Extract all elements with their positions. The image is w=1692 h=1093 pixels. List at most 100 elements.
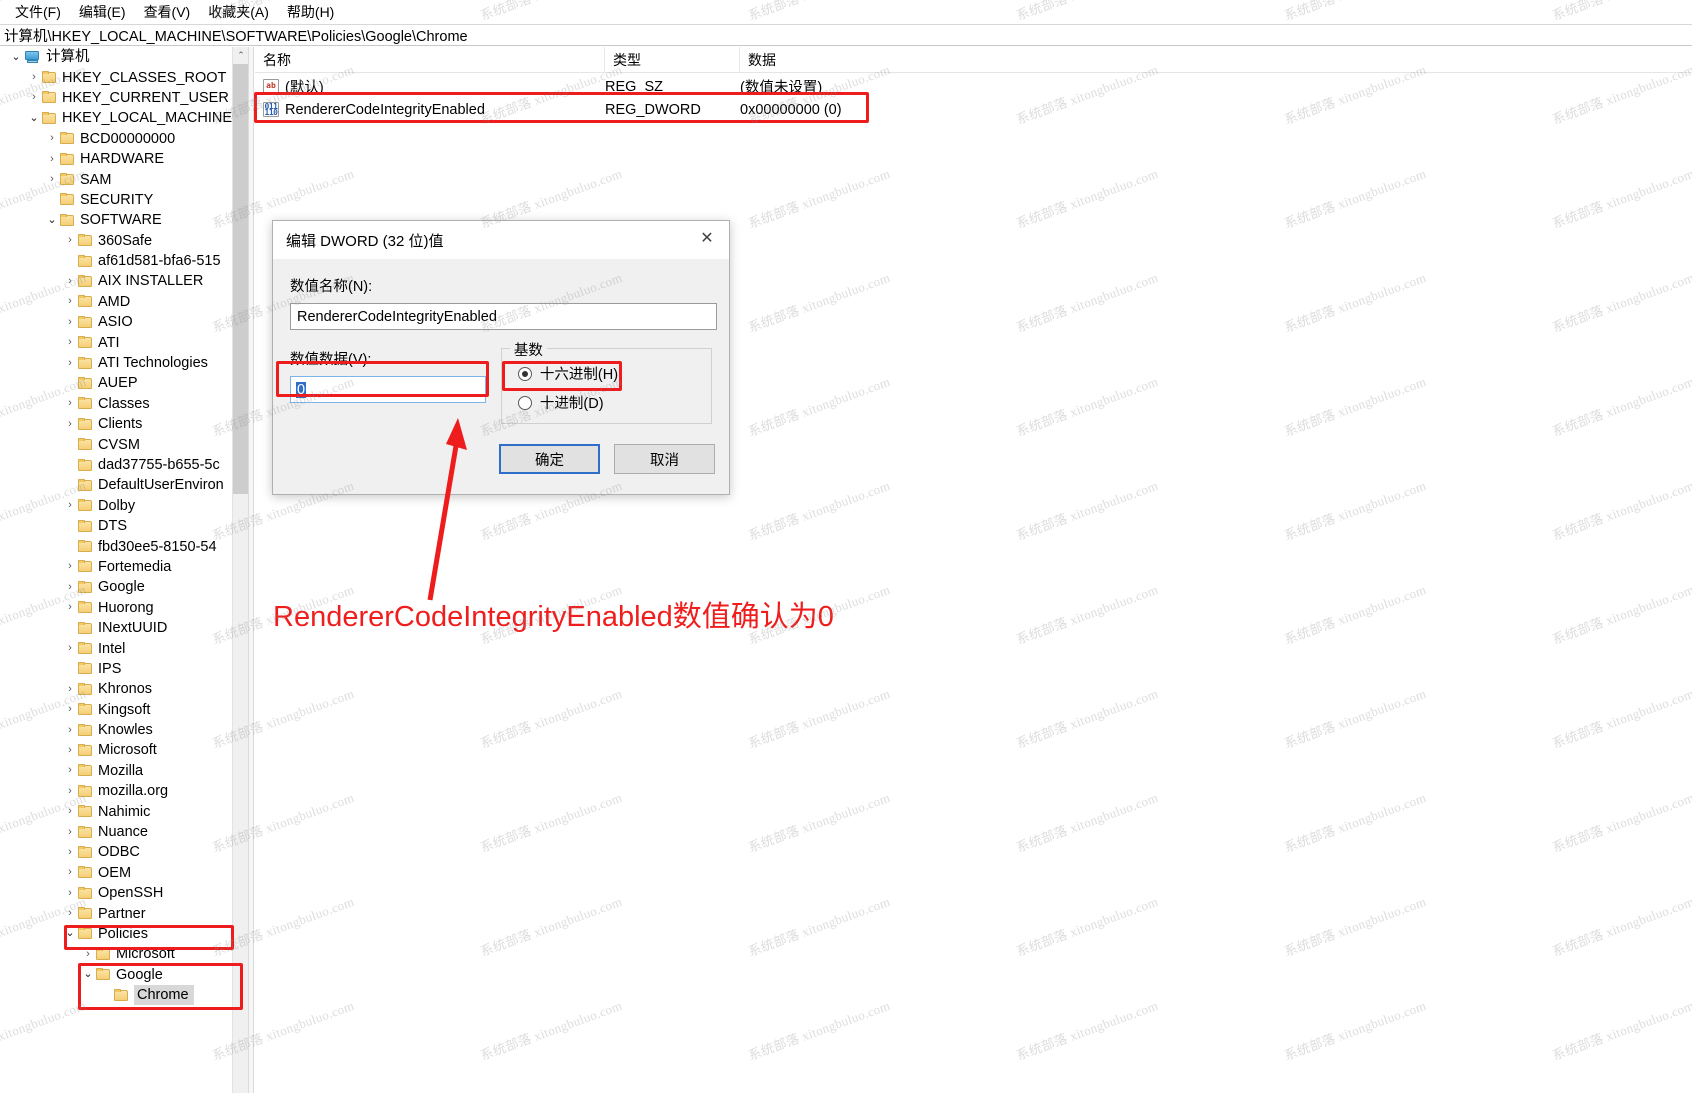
- tree-item-360safe[interactable]: › 360Safe: [0, 231, 248, 251]
- tree-item-intel[interactable]: › Intel: [0, 638, 248, 658]
- chevron-right-icon[interactable]: ›: [62, 887, 78, 899]
- tree-item-oem[interactable]: › OEM: [0, 863, 248, 883]
- tree-item-ati-technologies[interactable]: › ATI Technologies: [0, 353, 248, 373]
- tree-item-security[interactable]: SECURITY: [0, 190, 248, 210]
- chevron-right-icon[interactable]: ›: [80, 948, 96, 960]
- tree-item-ati[interactable]: › ATI: [0, 332, 248, 352]
- tree-item-huorong[interactable]: › Huorong: [0, 598, 248, 618]
- chevron-right-icon[interactable]: ›: [26, 72, 42, 83]
- ok-button[interactable]: 确定: [499, 444, 600, 474]
- chevron-right-icon[interactable]: ›: [62, 357, 78, 369]
- chevron-right-icon[interactable]: ›: [62, 785, 78, 797]
- tree-item-bcd00000000[interactable]: › BCD00000000: [0, 129, 248, 149]
- address-bar[interactable]: 计算机\HKEY_LOCAL_MACHINE\SOFTWARE\Policies…: [0, 24, 1692, 46]
- scroll-up-icon[interactable]: ⌃: [233, 47, 249, 64]
- chevron-right-icon[interactable]: ›: [62, 398, 78, 409]
- chevron-right-icon[interactable]: ›: [62, 316, 78, 328]
- close-icon[interactable]: ✕: [685, 221, 729, 254]
- chevron-right-icon[interactable]: ›: [62, 806, 78, 817]
- tree-item-google[interactable]: ⌄ Google: [0, 965, 248, 985]
- tree-item-amd[interactable]: › AMD: [0, 292, 248, 312]
- tree-item-dts[interactable]: DTS: [0, 516, 248, 536]
- tree-item-fbd30ee5-8150-54[interactable]: fbd30ee5-8150-54: [0, 536, 248, 556]
- menu-item-edit[interactable]: 编辑(E): [70, 0, 135, 24]
- chevron-right-icon[interactable]: ›: [62, 561, 78, 572]
- tree-item-google[interactable]: › Google: [0, 577, 248, 597]
- chevron-right-icon[interactable]: ›: [62, 704, 78, 715]
- tree-item-fortemedia[interactable]: › Fortemedia: [0, 557, 248, 577]
- tree-item-knowles[interactable]: › Knowles: [0, 720, 248, 740]
- chevron-right-icon[interactable]: ›: [62, 908, 78, 919]
- chevron-right-icon[interactable]: ›: [62, 296, 78, 307]
- chevron-right-icon[interactable]: ›: [44, 133, 60, 144]
- tree-item-hkey-local-machine[interactable]: ⌄ HKEY_LOCAL_MACHINE: [0, 108, 248, 128]
- tree-item-microsoft[interactable]: › Microsoft: [0, 740, 248, 760]
- scrollbar-thumb[interactable]: [233, 64, 249, 494]
- tree-item-cvsm[interactable]: CVSM: [0, 434, 248, 454]
- chevron-right-icon[interactable]: ›: [62, 867, 78, 878]
- tree-item--[interactable]: ⌄ 计算机: [0, 47, 248, 67]
- tree-item-hkey-classes-root[interactable]: › HKEY_CLASSES_ROOT: [0, 67, 248, 87]
- chevron-right-icon[interactable]: ›: [62, 643, 78, 654]
- tree-item-microsoft[interactable]: › Microsoft: [0, 944, 248, 964]
- tree-item-classes[interactable]: › Classes: [0, 394, 248, 414]
- menu-item-view[interactable]: 查看(V): [135, 0, 200, 24]
- radio-hexadecimal[interactable]: 十六进制(H): [517, 363, 711, 384]
- radio-decimal[interactable]: 十进制(D): [517, 392, 711, 413]
- tree-item-policies[interactable]: ⌄ Policies: [0, 924, 248, 944]
- column-header-name[interactable]: 名称: [255, 47, 605, 72]
- table-row[interactable]: ab (默认) REG_SZ (数值未设置): [255, 75, 1692, 98]
- cancel-button[interactable]: 取消: [614, 444, 715, 474]
- tree-item-mozilla[interactable]: › Mozilla: [0, 761, 248, 781]
- tree-item-asio[interactable]: › ASIO: [0, 312, 248, 332]
- chevron-down-icon[interactable]: ⌄: [44, 214, 60, 226]
- tree-item-inextuuid[interactable]: INextUUID: [0, 618, 248, 638]
- chevron-right-icon[interactable]: ›: [62, 337, 78, 348]
- chevron-right-icon[interactable]: ›: [62, 846, 78, 858]
- tree-item-clients[interactable]: › Clients: [0, 414, 248, 434]
- chevron-down-icon[interactable]: ⌄: [80, 969, 96, 980]
- tree-item-dolby[interactable]: › Dolby: [0, 496, 248, 516]
- tree-item-nuance[interactable]: › Nuance: [0, 822, 248, 842]
- value-data-input[interactable]: 0: [290, 376, 486, 403]
- chevron-right-icon[interactable]: ›: [62, 418, 78, 430]
- tree-item-hkey-current-user[interactable]: › HKEY_CURRENT_USER: [0, 88, 248, 108]
- chevron-right-icon[interactable]: ›: [26, 92, 42, 103]
- tree-item-auep[interactable]: AUEP: [0, 373, 248, 393]
- tree-item-partner[interactable]: › Partner: [0, 903, 248, 923]
- tree-item-hardware[interactable]: › HARDWARE: [0, 149, 248, 169]
- chevron-right-icon[interactable]: ›: [44, 153, 60, 165]
- radio-decimal-icon[interactable]: [517, 395, 532, 410]
- tree-item-odbc[interactable]: › ODBC: [0, 842, 248, 862]
- chevron-down-icon[interactable]: ⌄: [26, 112, 42, 124]
- chevron-right-icon[interactable]: ›: [62, 235, 78, 246]
- chevron-down-icon[interactable]: ⌄: [62, 928, 78, 939]
- chevron-right-icon[interactable]: ›: [62, 275, 78, 287]
- tree-item-aix-installer[interactable]: › AIX INSTALLER: [0, 271, 248, 291]
- chevron-right-icon[interactable]: ›: [62, 765, 78, 776]
- registry-values-pane[interactable]: 名称 类型 数据 ab (默认) REG_SZ (数值未设置) 011 110 Render…: [255, 47, 1692, 1093]
- tree-item-af61d581-bfa6-515[interactable]: af61d581-bfa6-515: [0, 251, 248, 271]
- chevron-right-icon[interactable]: ›: [62, 826, 78, 838]
- tree-item-chrome[interactable]: Chrome: [0, 985, 248, 1006]
- menu-item-help[interactable]: 帮助(H): [278, 0, 343, 24]
- chevron-down-icon[interactable]: ⌄: [8, 51, 24, 63]
- tree-item-dad37755-b655-5c[interactable]: dad37755-b655-5c: [0, 455, 248, 475]
- table-row[interactable]: 011 110 RendererCodeIntegrityEnabled REG_DW…: [255, 98, 1692, 121]
- tree-item-openssh[interactable]: › OpenSSH: [0, 883, 248, 903]
- tree-item-ips[interactable]: IPS: [0, 659, 248, 679]
- menu-item-favorites[interactable]: 收藏夹(A): [199, 0, 278, 24]
- radio-hexadecimal-icon[interactable]: [517, 366, 532, 381]
- edit-dword-dialog[interactable]: 编辑 DWORD (32 位)值 ✕ 数值名称(N): RendererCode…: [272, 220, 730, 495]
- tree-item-mozilla-org[interactable]: › mozilla.org: [0, 781, 248, 801]
- chevron-right-icon[interactable]: ›: [62, 602, 78, 613]
- chevron-right-icon[interactable]: ›: [62, 744, 78, 756]
- chevron-right-icon[interactable]: ›: [62, 724, 78, 736]
- tree-item-sam[interactable]: › SAM: [0, 169, 248, 189]
- value-name-input[interactable]: RendererCodeIntegrityEnabled: [290, 303, 717, 330]
- tree-item-software[interactable]: ⌄ SOFTWARE: [0, 210, 248, 230]
- tree-item-defaultuserenviron[interactable]: DefaultUserEnviron: [0, 475, 248, 495]
- registry-tree-pane[interactable]: ⌄ 计算机 › HKEY_CLASSES_ROOT › HKEY_CURRENT_USER…: [0, 47, 248, 1093]
- chevron-right-icon[interactable]: ›: [62, 581, 78, 593]
- tree-item-kingsoft[interactable]: › Kingsoft: [0, 700, 248, 720]
